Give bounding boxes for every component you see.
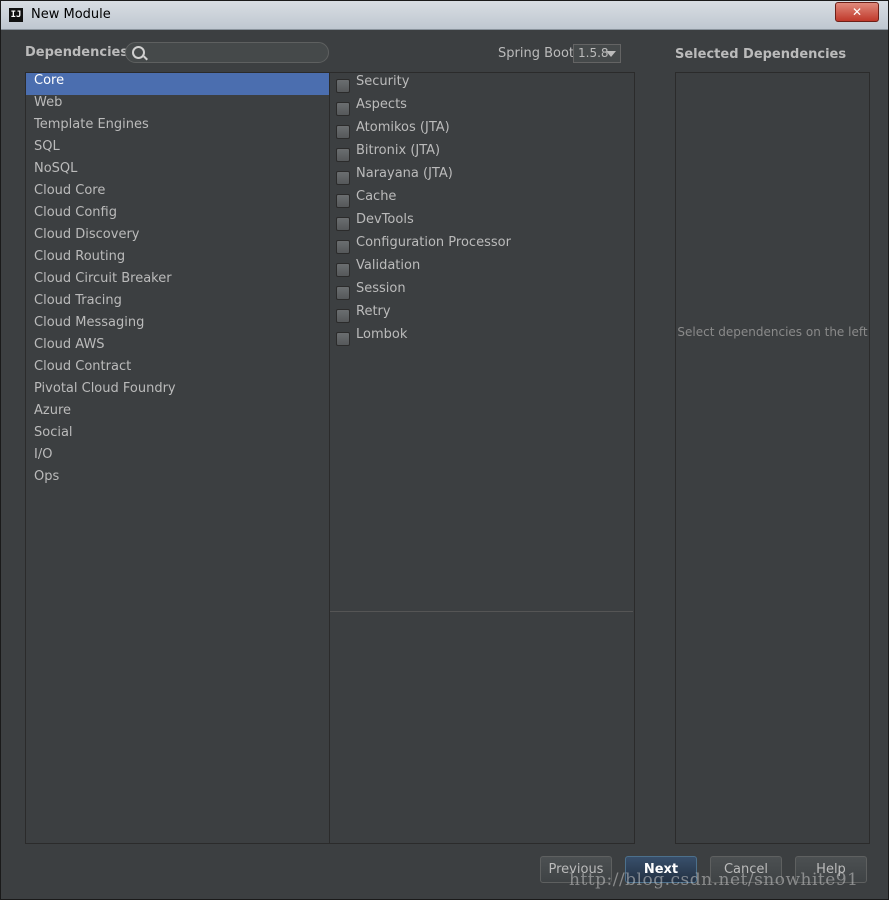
dependency-checkbox[interactable]: [336, 240, 350, 254]
dependency-checkbox[interactable]: [336, 148, 350, 162]
close-button[interactable]: ✕: [835, 2, 879, 22]
category-item[interactable]: I/O: [26, 447, 329, 469]
category-item[interactable]: Cloud Config: [26, 205, 329, 227]
category-item[interactable]: Cloud Routing: [26, 249, 329, 271]
intellij-app-icon: IJ: [9, 8, 23, 22]
dependency-checkbox[interactable]: [336, 286, 350, 300]
dependency-item[interactable]: Configuration Processor: [330, 235, 634, 258]
dependency-item[interactable]: DevTools: [330, 212, 634, 235]
spring-boot-version-select[interactable]: 1.5.8: [573, 44, 621, 63]
dependency-label: Atomikos (JTA): [356, 120, 450, 135]
dependency-item[interactable]: Lombok: [330, 327, 634, 350]
dependencies-label: Dependencies: [25, 45, 129, 60]
dependency-checkbox[interactable]: [336, 102, 350, 116]
dependency-item[interactable]: Atomikos (JTA): [330, 120, 634, 143]
dependency-item[interactable]: Cache: [330, 189, 634, 212]
selected-dependencies-title: Selected Dependencies: [675, 47, 847, 62]
dependency-item[interactable]: Bitronix (JTA): [330, 143, 634, 166]
category-item[interactable]: NoSQL: [26, 161, 329, 183]
dependency-label: Bitronix (JTA): [356, 143, 441, 158]
selected-empty-text: Select dependencies on the left: [677, 325, 868, 339]
dependency-label: Security: [356, 74, 410, 89]
dependency-label: Validation: [356, 258, 421, 273]
dependency-checkbox[interactable]: [336, 171, 350, 185]
category-item[interactable]: Cloud Discovery: [26, 227, 329, 249]
category-item[interactable]: Cloud Tracing: [26, 293, 329, 315]
category-item[interactable]: Pivotal Cloud Foundry: [26, 381, 329, 403]
category-item[interactable]: Cloud Messaging: [26, 315, 329, 337]
category-item[interactable]: Cloud Contract: [26, 359, 329, 381]
dependency-item[interactable]: Aspects: [330, 97, 634, 120]
category-item[interactable]: Cloud AWS: [26, 337, 329, 359]
search-box[interactable]: [125, 42, 329, 63]
dependency-checkbox[interactable]: [336, 217, 350, 231]
dependency-item[interactable]: Session: [330, 281, 634, 304]
dependency-checkbox[interactable]: [336, 194, 350, 208]
dependency-checkbox[interactable]: [336, 332, 350, 346]
dependency-label: Configuration Processor: [356, 235, 511, 250]
category-item[interactable]: Cloud Core: [26, 183, 329, 205]
spring-boot-label: Spring Boot: [498, 46, 575, 61]
dependency-label: Retry: [356, 304, 391, 319]
spring-boot-version-value: 1.5.8: [578, 46, 609, 60]
category-item[interactable]: Web: [26, 95, 329, 117]
category-item[interactable]: Cloud Circuit Breaker: [26, 271, 329, 293]
category-item[interactable]: Core: [26, 73, 329, 95]
dependency-checkbox[interactable]: [336, 79, 350, 93]
dependency-checkbox[interactable]: [336, 125, 350, 139]
dependency-item[interactable]: Narayana (JTA): [330, 166, 634, 189]
dependency-checkbox[interactable]: [336, 309, 350, 323]
dependency-label: Session: [356, 281, 406, 296]
selected-dependencies-panel: Select dependencies on the left: [675, 72, 870, 844]
category-item[interactable]: SQL: [26, 139, 329, 161]
dependency-label: Aspects: [356, 97, 407, 112]
title-bar: IJ New Module ✕: [1, 1, 888, 30]
dependency-checkbox[interactable]: [336, 263, 350, 277]
category-item[interactable]: Azure: [26, 403, 329, 425]
dependency-label: DevTools: [356, 212, 414, 227]
watermark: http://blog.csdn.net/snowhite91: [569, 870, 859, 890]
new-module-dialog: IJ New Module ✕ Dependencies Spring Boot…: [0, 0, 889, 900]
description-divider: [330, 611, 633, 612]
category-item[interactable]: Template Engines: [26, 117, 329, 139]
category-item[interactable]: Ops: [26, 469, 329, 491]
window-title: New Module: [31, 7, 111, 22]
dependency-item[interactable]: Retry: [330, 304, 634, 327]
dependency-list-panel: Security Aspects Atomikos (JTA) Bitronix (J…: [330, 72, 635, 844]
chevron-down-icon: [606, 51, 616, 57]
dependency-label: Narayana (JTA): [356, 166, 453, 181]
search-input[interactable]: [148, 44, 328, 63]
close-icon: ✕: [851, 5, 863, 19]
dependency-list: Security Aspects Atomikos (JTA) Bitronix (J…: [330, 73, 634, 350]
dependency-item[interactable]: Security: [330, 74, 634, 97]
dependency-item[interactable]: Validation: [330, 258, 634, 281]
dependency-label: Cache: [356, 189, 397, 204]
search-icon: [132, 46, 145, 59]
category-item[interactable]: Social: [26, 425, 329, 447]
category-list: Core Web Template Engines SQL NoSQL Cloud Cor…: [25, 72, 330, 844]
dependency-label: Lombok: [356, 327, 408, 342]
